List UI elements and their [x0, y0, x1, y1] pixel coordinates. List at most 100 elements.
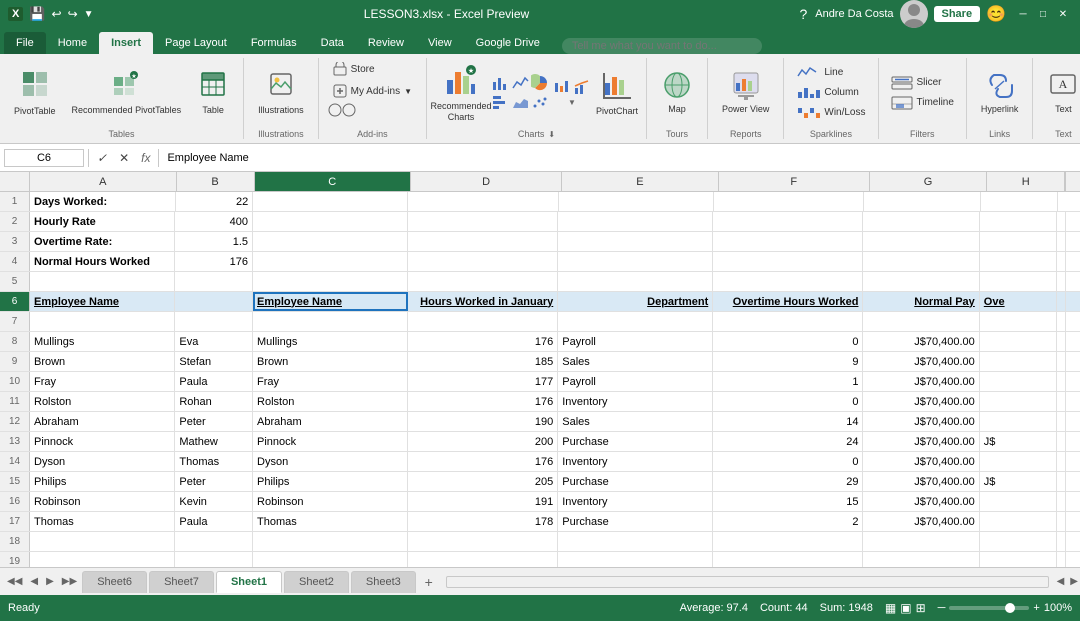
cell-d12[interactable]: 190	[408, 412, 558, 431]
cell-c14[interactable]: Dyson	[253, 452, 408, 471]
nav-left-icon[interactable]: ◀◀	[4, 576, 25, 587]
column-chart-button[interactable]	[491, 74, 509, 92]
cell-f13[interactable]: 24	[713, 432, 863, 451]
cell-f7[interactable]	[713, 312, 863, 331]
cell-g2[interactable]	[863, 212, 979, 231]
cell-e2[interactable]	[558, 212, 713, 231]
tab-view[interactable]: View	[416, 32, 464, 54]
bar-chart-button[interactable]	[491, 94, 509, 112]
cell-h9[interactable]	[980, 352, 1058, 371]
column-sparkline-button[interactable]: Column	[792, 84, 869, 102]
line-chart-button[interactable]	[511, 74, 529, 92]
cell-d11[interactable]: 176	[408, 392, 558, 411]
nav-right-icon[interactable]: ▶▶	[59, 576, 80, 587]
horizontal-scrollbar[interactable]	[446, 576, 1049, 588]
cell-e13[interactable]: Purchase	[558, 432, 713, 451]
cell-f15[interactable]: 29	[713, 472, 863, 491]
cell-g14[interactable]: J$70,400.00	[863, 452, 979, 471]
cell-g17[interactable]: J$70,400.00	[863, 512, 979, 531]
cell-b7[interactable]	[175, 312, 253, 331]
cell-b8[interactable]: Eva	[175, 332, 253, 351]
cell-b19[interactable]	[175, 552, 253, 567]
pie-chart-button[interactable]	[531, 74, 549, 92]
cell-h12[interactable]	[980, 412, 1058, 431]
cell-d13[interactable]: 200	[408, 432, 558, 451]
cell-a10[interactable]: Fray	[30, 372, 175, 391]
cell-e9[interactable]: Sales	[558, 352, 713, 371]
cell-c5[interactable]	[253, 272, 408, 291]
cell-f8[interactable]: 0	[713, 332, 863, 351]
cell-c9[interactable]: Brown	[253, 352, 408, 371]
cell-e19[interactable]	[558, 552, 713, 567]
cell-f4[interactable]	[713, 252, 863, 271]
cell-f3[interactable]	[713, 232, 863, 251]
sheet-tab-6[interactable]: Sheet6	[82, 571, 147, 593]
cell-c19[interactable]	[253, 552, 408, 567]
cell-a15[interactable]: Philips	[30, 472, 175, 491]
cell-a17[interactable]: Thomas	[30, 512, 175, 531]
cell-g9[interactable]: J$70,400.00	[863, 352, 979, 371]
cell-e12[interactable]: Sales	[558, 412, 713, 431]
cell-b10[interactable]: Paula	[175, 372, 253, 391]
cell-f9[interactable]: 9	[713, 352, 863, 371]
cell-f17[interactable]: 2	[713, 512, 863, 531]
cell-g3[interactable]	[863, 232, 979, 251]
zoom-in-button[interactable]: +	[1033, 602, 1039, 614]
cell-a13[interactable]: Pinnock	[30, 432, 175, 451]
cell-e16[interactable]: Inventory	[558, 492, 713, 511]
tab-insert[interactable]: Insert	[99, 32, 153, 54]
cell-c12[interactable]: Abraham	[253, 412, 408, 431]
cell-c3[interactable]	[253, 232, 408, 251]
cell-e17[interactable]: Purchase	[558, 512, 713, 531]
cell-a19[interactable]	[30, 552, 175, 567]
cell-c17[interactable]: Thomas	[253, 512, 408, 531]
hyperlink-button[interactable]: Hyperlink	[975, 63, 1025, 123]
cell-h6[interactable]: Ove	[980, 292, 1058, 311]
cell-e11[interactable]: Inventory	[558, 392, 713, 411]
store-button[interactable]: Store	[327, 58, 381, 80]
cell-f5[interactable]	[713, 272, 863, 291]
cell-d1[interactable]	[408, 192, 558, 211]
cell-f6[interactable]: Overtime Hours Worked	[713, 292, 863, 311]
cell-b2[interactable]: 400	[175, 212, 253, 231]
cell-a11[interactable]: Rolston	[30, 392, 175, 411]
cell-d19[interactable]	[408, 552, 558, 567]
tab-data[interactable]: Data	[309, 32, 356, 54]
cell-a7[interactable]	[30, 312, 175, 331]
cell-h15[interactable]: J$	[980, 472, 1058, 491]
cell-d6[interactable]: Hours Worked in January	[408, 292, 558, 311]
scroll-left-icon[interactable]: ◀	[1055, 576, 1067, 587]
cell-d3[interactable]	[408, 232, 558, 251]
cell-d17[interactable]: 178	[408, 512, 558, 531]
cell-d2[interactable]	[408, 212, 558, 231]
cell-f16[interactable]: 15	[713, 492, 863, 511]
cell-a9[interactable]: Brown	[30, 352, 175, 371]
timeline-button[interactable]: Timeline	[887, 94, 958, 112]
cell-b13[interactable]: Mathew	[175, 432, 253, 451]
tab-formulas[interactable]: Formulas	[239, 32, 309, 54]
cell-h14[interactable]	[980, 452, 1058, 471]
cell-g13[interactable]: J$70,400.00	[863, 432, 979, 451]
page-layout-button[interactable]: ▣	[900, 601, 911, 615]
sheet-tab-1[interactable]: Sheet1	[216, 571, 282, 593]
waterfall-chart-button[interactable]	[553, 78, 571, 96]
tab-home[interactable]: Home	[46, 32, 99, 54]
share-button[interactable]: Share	[934, 6, 981, 22]
cell-a12[interactable]: Abraham	[30, 412, 175, 431]
cell-h8[interactable]	[980, 332, 1058, 351]
combo-chart-button[interactable]	[573, 78, 591, 96]
cell-a2[interactable]: Hourly Rate	[30, 212, 175, 231]
cell-c4[interactable]	[253, 252, 408, 271]
cell-a16[interactable]: Robinson	[30, 492, 175, 511]
cell-b9[interactable]: Stefan	[175, 352, 253, 371]
search-input[interactable]	[562, 38, 762, 54]
cell-d14[interactable]: 176	[408, 452, 558, 471]
tab-google-drive[interactable]: Google Drive	[464, 32, 552, 54]
col-header-g[interactable]: G	[870, 172, 987, 191]
cell-b5[interactable]	[175, 272, 253, 291]
cell-h17[interactable]	[980, 512, 1058, 531]
cell-h2[interactable]	[980, 212, 1058, 231]
cell-g12[interactable]: J$70,400.00	[863, 412, 979, 431]
sheet-tab-2[interactable]: Sheet2	[284, 571, 349, 593]
col-header-f[interactable]: F	[719, 172, 870, 191]
